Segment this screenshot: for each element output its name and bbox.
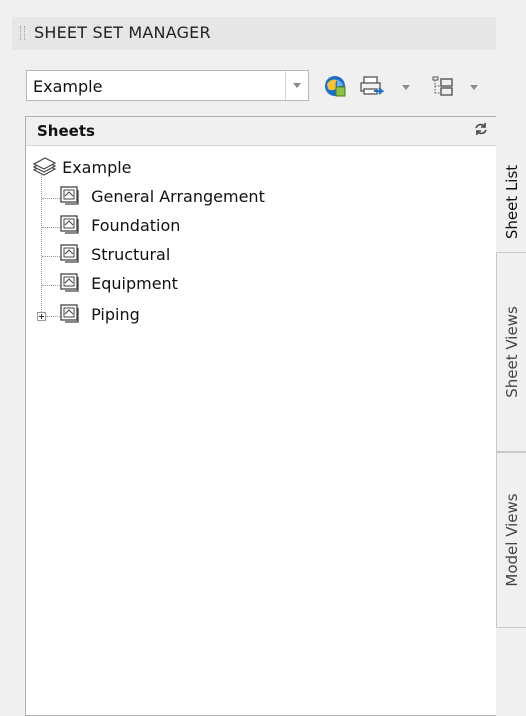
- tab-sheet-list-label: Sheet List: [502, 164, 521, 240]
- tree-connector: [42, 285, 60, 286]
- tree-connector: [42, 227, 60, 228]
- sheet-set-manager-panel: SHEET SET MANAGER Example Sheets Example…: [0, 0, 526, 716]
- view-options-icon[interactable]: [430, 74, 456, 98]
- refresh-icon[interactable]: [474, 122, 488, 140]
- tree-connector: [46, 316, 60, 317]
- tree-node-sheet[interactable]: General Arrangement: [60, 186, 265, 206]
- drag-grip-icon[interactable]: [20, 26, 25, 40]
- sheet-icon: [60, 186, 79, 205]
- sheet-icon: [60, 304, 79, 323]
- sheet-icon: [60, 244, 79, 263]
- sheets-tree-header: Sheets: [26, 117, 498, 146]
- sheet-set-icon[interactable]: [322, 73, 348, 99]
- panel-title: SHEET SET MANAGER: [34, 23, 211, 42]
- tree-node-sheet[interactable]: Foundation: [60, 215, 180, 235]
- sheet-set-selector[interactable]: Example: [26, 70, 309, 101]
- tab-sheet-views-label: Sheet Views: [502, 306, 521, 398]
- tree-connector: [41, 169, 42, 316]
- view-options-dropdown-icon[interactable]: [470, 85, 478, 90]
- tree-node-sheet[interactable]: Equipment: [60, 273, 178, 293]
- tree-node-subset[interactable]: Piping: [60, 304, 140, 324]
- tab-sheet-views[interactable]: Sheet Views: [496, 252, 526, 452]
- expand-icon[interactable]: [37, 312, 46, 321]
- sheets-header-label: Sheets: [37, 122, 95, 140]
- publish-dropdown-icon[interactable]: [402, 85, 410, 90]
- tab-model-views[interactable]: Model Views: [496, 452, 526, 628]
- tree-root-node[interactable]: Example: [31, 157, 132, 177]
- chevron-down-icon: [293, 83, 301, 88]
- selector-dropdown-button[interactable]: [285, 71, 308, 100]
- tree-node-label: Structural: [91, 245, 171, 264]
- publish-icon[interactable]: [359, 74, 385, 98]
- sheet-set-selector-value: Example: [33, 77, 103, 96]
- sheet-icon: [60, 215, 79, 234]
- tree-node-label: Foundation: [91, 216, 181, 235]
- panel-title-bar[interactable]: SHEET SET MANAGER: [12, 17, 496, 50]
- sheets-tree-view[interactable]: Sheets Example General Arrangement Found…: [25, 116, 499, 716]
- tab-model-views-label: Model Views: [502, 493, 521, 587]
- tree-node-label: Piping: [91, 305, 140, 324]
- tree-node-label: General Arrangement: [91, 187, 265, 206]
- sheet-icon: [60, 273, 79, 292]
- tree-root-label: Example: [62, 158, 132, 177]
- vertical-tab-strip: Sheet List Sheet Views Model Views: [496, 50, 526, 716]
- sheet-set-root-icon: [32, 157, 57, 176]
- tree-connector: [42, 198, 60, 199]
- tree-node-sheet[interactable]: Structural: [60, 244, 170, 264]
- tree-node-label: Equipment: [91, 274, 178, 293]
- tree-connector: [42, 256, 60, 257]
